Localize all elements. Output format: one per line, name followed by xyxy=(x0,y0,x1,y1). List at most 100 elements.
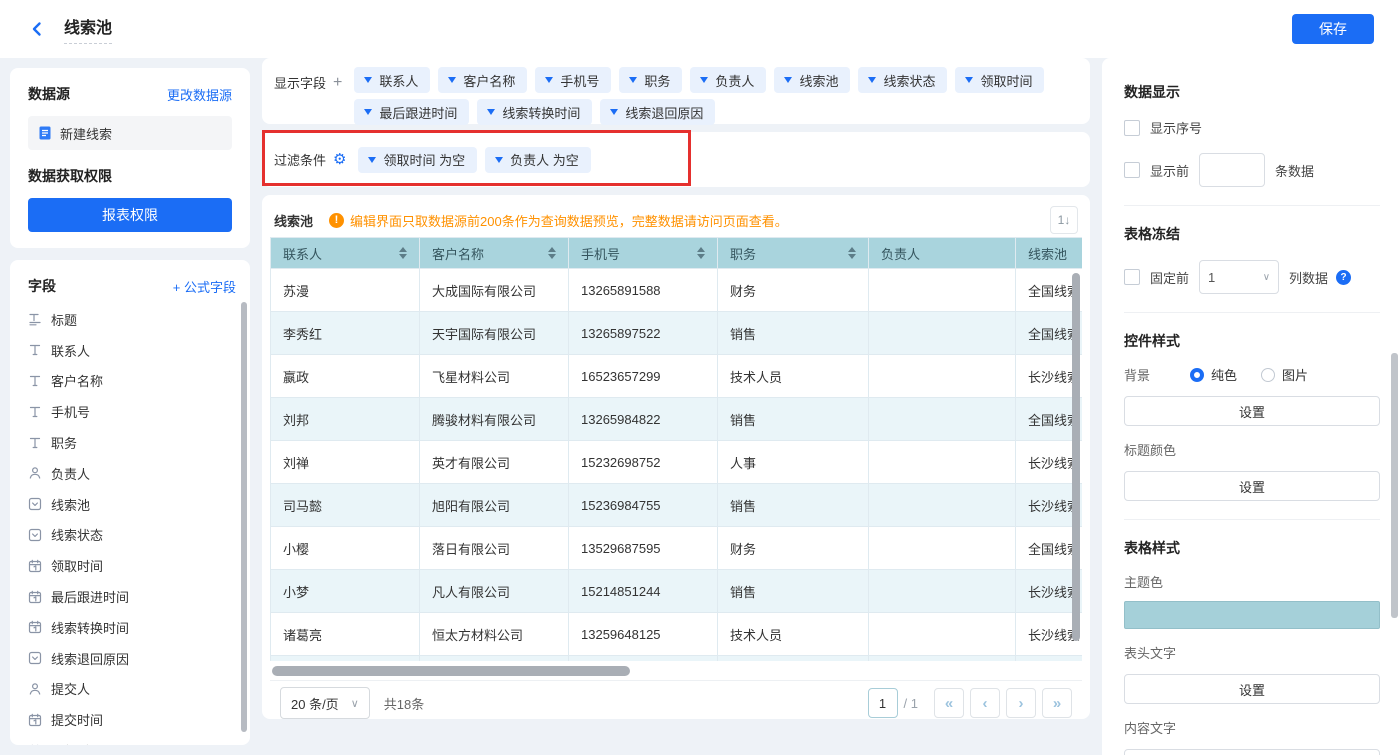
content-text-set-button[interactable]: 设置 xyxy=(1124,749,1380,755)
display-field-chip-9[interactable]: 线索转换时间 xyxy=(477,99,592,125)
help-icon[interactable]: ? xyxy=(1336,270,1351,285)
datasource-item[interactable]: 新建线索 xyxy=(28,116,232,150)
title-color-label: 标题颜色 xyxy=(1124,440,1380,459)
column-header-5: 线索池 xyxy=(1016,238,1083,269)
table-cell xyxy=(869,355,1016,398)
table-cell xyxy=(869,441,1016,484)
display-field-chip-5[interactable]: 线索池 xyxy=(774,67,850,93)
sort-arrows-icon[interactable] xyxy=(848,247,856,259)
field-item-4[interactable]: 职务 xyxy=(28,427,236,458)
display-chips: 联系人 客户名称 手机号 职务 负责人 线索池 线索状态 领取时间 最后跟进时间… xyxy=(350,64,1078,128)
chevron-left-icon xyxy=(29,21,45,37)
table-row: 刘禅英才有限公司15232698752人事长沙线索 xyxy=(271,441,1083,484)
calendar-icon xyxy=(28,559,42,573)
fix-columns-checkbox[interactable] xyxy=(1124,269,1140,285)
back-button[interactable] xyxy=(26,18,48,40)
field-item-8[interactable]: 领取时间 xyxy=(28,550,236,581)
report-permission-button[interactable]: 报表权限 xyxy=(28,198,232,232)
field-item-12[interactable]: 提交人 xyxy=(28,674,236,705)
last-page-button[interactable]: » xyxy=(1042,688,1072,718)
fix-count-select[interactable]: 1 ∨ xyxy=(1199,260,1279,294)
field-list: 标题 联系人 客户名称 手机号 职务 负责人 线索池 线索状态 领取时间 最后跟… xyxy=(28,304,236,745)
field-item-2[interactable]: 客户名称 xyxy=(28,366,236,397)
filter-condition-chip-0[interactable]: 领取时间 为空 xyxy=(358,147,477,173)
column-header-2[interactable]: 手机号 xyxy=(569,238,718,269)
table-row: 小樱落日有限公司13529687595财务全国线索 xyxy=(271,527,1083,570)
sort-arrows-icon[interactable] xyxy=(548,247,556,259)
permission-title: 数据获取权限 xyxy=(28,166,232,186)
header-text-set-button[interactable]: 设置 xyxy=(1124,674,1380,704)
field-item-0[interactable]: 标题 xyxy=(28,304,236,335)
formula-field-link[interactable]: + 公式字段 xyxy=(173,277,236,296)
table-cell xyxy=(869,484,1016,527)
next-page-button[interactable]: › xyxy=(1006,688,1036,718)
field-item-10[interactable]: 线索转换时间 xyxy=(28,612,236,643)
display-field-chip-0[interactable]: 联系人 xyxy=(354,67,430,93)
field-item-1[interactable]: 联系人 xyxy=(28,335,236,366)
field-item-13[interactable]: 提交时间 xyxy=(28,704,236,735)
page-size-select[interactable]: 20 条/页 ∨ xyxy=(280,687,370,719)
hscroll-thumb[interactable] xyxy=(272,666,630,676)
field-item-14[interactable]: 更新时间 xyxy=(28,735,236,745)
filter-card: 过滤条件 ⚙ 领取时间 为空 负责人 为空 xyxy=(262,132,1090,187)
display-field-chip-2[interactable]: 手机号 xyxy=(535,67,611,93)
display-field-chip-1[interactable]: 客户名称 xyxy=(438,67,527,93)
solid-color-radio[interactable] xyxy=(1190,368,1204,382)
column-label: 职务 xyxy=(730,244,756,263)
front-count-input[interactable] xyxy=(1199,153,1265,187)
display-field-chip-4[interactable]: 负责人 xyxy=(690,67,766,93)
field-item-label: 领取时间 xyxy=(51,556,103,575)
display-field-chip-7[interactable]: 领取时间 xyxy=(955,67,1044,93)
table-cell: 技术人员 xyxy=(718,613,869,656)
gear-icon[interactable]: ⚙ xyxy=(333,152,346,167)
show-index-checkbox[interactable] xyxy=(1124,120,1140,136)
column-header-1[interactable]: 客户名称 xyxy=(420,238,569,269)
calendar-icon xyxy=(28,713,42,727)
image-radio[interactable] xyxy=(1261,368,1275,382)
field-item-5[interactable]: 负责人 xyxy=(28,458,236,489)
table-cell: 13265984822 xyxy=(569,398,718,441)
field-item-9[interactable]: 最后跟进时间 xyxy=(28,581,236,612)
sort-arrows-icon[interactable] xyxy=(399,247,407,259)
background-set-button[interactable]: 设置 xyxy=(1124,396,1380,426)
fix-front-label: 固定前 xyxy=(1150,268,1189,287)
page-number-input[interactable]: 1 xyxy=(868,688,898,718)
filter-condition-chip-1[interactable]: 负责人 为空 xyxy=(485,147,591,173)
prev-page-button[interactable]: ‹ xyxy=(970,688,1000,718)
column-header-0[interactable]: 联系人 xyxy=(271,238,420,269)
chip-label: 领取时间 为空 xyxy=(383,150,465,169)
table-cell: 13265891588 xyxy=(569,269,718,312)
theme-color-swatch[interactable] xyxy=(1124,601,1380,629)
theme-color-label: 主题色 xyxy=(1124,572,1380,591)
display-field-chip-6[interactable]: 线索状态 xyxy=(858,67,947,93)
display-field-chip-8[interactable]: 最后跟进时间 xyxy=(354,99,469,125)
divider xyxy=(1124,205,1380,206)
table-vertical-scrollbar[interactable] xyxy=(1072,273,1080,641)
table-row: 苏漫大成国际有限公司13265891588财务全国线索 xyxy=(271,269,1083,312)
table-cell xyxy=(869,613,1016,656)
show-front-checkbox[interactable] xyxy=(1124,162,1140,178)
page-title[interactable]: 线索池 xyxy=(64,14,112,44)
fields-scrollbar[interactable] xyxy=(241,302,247,732)
field-item-11[interactable]: 线索退回原因 xyxy=(28,643,236,674)
text-icon xyxy=(28,436,42,450)
field-item-6[interactable]: 线索池 xyxy=(28,489,236,520)
title-color-set-button[interactable]: 设置 xyxy=(1124,471,1380,501)
table-cell: 销售 xyxy=(718,484,869,527)
field-item-label: 负责人 xyxy=(51,464,90,483)
change-datasource-link[interactable]: 更改数据源 xyxy=(167,85,232,104)
add-field-button[interactable]: + xyxy=(333,74,342,92)
freeze-title: 表格冻结 xyxy=(1124,224,1380,244)
save-button[interactable]: 保存 xyxy=(1292,14,1374,44)
table-cell: 飞星材料公司 xyxy=(420,355,569,398)
display-fields-card: 显示字段 + 联系人 客户名称 手机号 职务 负责人 线索池 线索状态 领取时间… xyxy=(262,58,1090,124)
first-page-button[interactable]: « xyxy=(934,688,964,718)
sort-arrows-icon[interactable] xyxy=(697,247,705,259)
settings-scrollbar[interactable] xyxy=(1391,353,1398,618)
display-field-chip-3[interactable]: 职务 xyxy=(619,67,682,93)
sort-order-icon[interactable]: 1↓ xyxy=(1050,206,1078,234)
column-header-3[interactable]: 职务 xyxy=(718,238,869,269)
display-field-chip-10[interactable]: 线索退回原因 xyxy=(600,99,715,125)
field-item-3[interactable]: 手机号 xyxy=(28,396,236,427)
field-item-7[interactable]: 线索状态 xyxy=(28,520,236,551)
